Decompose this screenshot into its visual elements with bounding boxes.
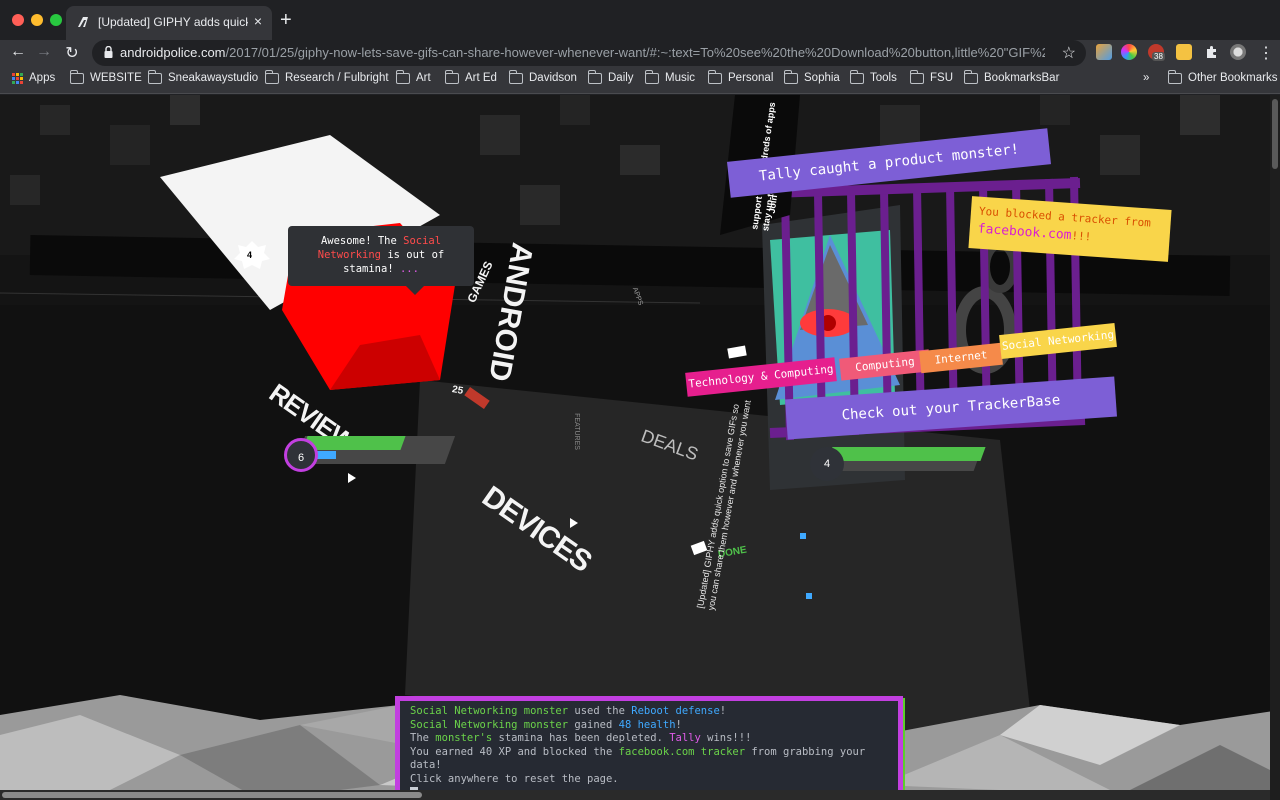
maximize-window-button[interactable] — [50, 14, 62, 26]
bookmarks-bar: Apps WEBSITE Sneakawaystudio Research / … — [0, 68, 1280, 94]
forward-button[interactable]: → — [34, 43, 54, 61]
player-stamina-bar — [316, 451, 336, 459]
vertical-scrollbar[interactable] — [1270, 95, 1280, 800]
tab-close-button[interactable]: × — [254, 13, 262, 29]
bookmark-sophia[interactable]: Sophia — [783, 69, 840, 84]
background-art — [0, 95, 1280, 800]
extension-notes-icon[interactable] — [1176, 44, 1192, 60]
extensions-puzzle-icon[interactable] — [1204, 44, 1220, 60]
vertical-scroll-thumb[interactable] — [1272, 99, 1278, 169]
folder-icon — [783, 69, 798, 84]
bookmark-other[interactable]: Other Bookmarks — [1167, 69, 1277, 84]
horizontal-scroll-thumb[interactable] — [2, 792, 422, 798]
folder-icon — [909, 69, 924, 84]
folder-icon — [849, 69, 864, 84]
folder-icon — [395, 69, 410, 84]
minimize-window-button[interactable] — [31, 14, 43, 26]
menu-kebab-icon[interactable]: ⋮ — [1256, 43, 1276, 63]
folder-icon — [587, 69, 602, 84]
reload-button[interactable]: ↻ — [62, 43, 82, 63]
monster-health-bar — [827, 447, 986, 461]
game-page[interactable]: REVIEWS DEVICES DEALS FEATURES ANDROID G… — [0, 95, 1280, 800]
toolbar: ← → ↻ androidpolice.com/2017/01/25/giphy… — [0, 40, 1280, 68]
battle-console[interactable]: Social Networking monster used the Reboo… — [395, 696, 903, 800]
androidpolice-logo-icon — [78, 17, 88, 27]
close-window-button[interactable] — [12, 14, 24, 26]
extension-icon-1[interactable] — [1096, 44, 1112, 60]
reviews-arrow-icon — [348, 473, 356, 483]
comment-count: 25 — [451, 384, 464, 397]
bookmark-art-ed[interactable]: Art Ed — [444, 69, 497, 84]
console-line: You earned 40 XP and blocked the faceboo… — [410, 745, 872, 772]
bookmark-art[interactable]: Art — [395, 69, 431, 84]
url-text: androidpolice.com/2017/01/25/giphy-now-l… — [120, 45, 1045, 60]
back-button[interactable]: ← — [8, 43, 28, 61]
apps-grid-icon — [12, 72, 23, 84]
folder-icon — [69, 69, 84, 84]
player-level-badge: 6 — [284, 438, 318, 472]
bookmark-daily[interactable]: Daily — [587, 69, 634, 84]
monster-level-badge: 4 — [810, 447, 844, 481]
folder-icon — [264, 69, 279, 84]
bookmark-research[interactable]: Research / Fulbright — [264, 69, 389, 84]
folder-icon — [1167, 69, 1182, 84]
tab-strip: [Updated] GIPHY adds quick o × + — [0, 0, 1280, 40]
new-tab-button[interactable]: + — [280, 10, 292, 30]
devices-arrow-icon — [570, 518, 578, 528]
folder-icon — [707, 69, 722, 84]
lock-icon — [104, 46, 113, 58]
folder-icon — [147, 69, 162, 84]
tab-androidpolice[interactable]: [Updated] GIPHY adds quick o × — [66, 6, 272, 40]
folder-icon — [508, 69, 523, 84]
folder-icon — [963, 69, 978, 84]
player-health-bar — [302, 436, 406, 450]
bookmark-tools[interactable]: Tools — [849, 69, 897, 84]
console-line: Social Networking monster gained 48 heal… — [410, 718, 682, 731]
bookmark-star-icon[interactable]: ☆ — [1062, 43, 1076, 63]
horizontal-scrollbar[interactable] — [0, 790, 1270, 800]
address-bar[interactable]: androidpolice.com/2017/01/25/giphy-now-l… — [92, 40, 1086, 66]
bookmark-personal[interactable]: Personal — [707, 69, 773, 84]
bookmark-bookmarksbar[interactable]: BookmarksBar — [963, 69, 1059, 84]
folder-icon — [644, 69, 659, 84]
bookmark-davidson[interactable]: Davidson — [508, 69, 577, 84]
extension-badge: 38 — [1152, 52, 1165, 61]
console-line: Social Networking monster used the Reboo… — [410, 705, 727, 717]
bookmarks-overflow-button[interactable]: » — [1143, 72, 1149, 84]
bookmark-fsu[interactable]: FSU — [909, 69, 953, 84]
extension-abp-icon[interactable]: 38 — [1148, 44, 1165, 61]
console-line: Click anywhere to reset the page. — [410, 772, 619, 785]
folder-icon — [444, 69, 459, 84]
profile-avatar[interactable] — [1230, 44, 1246, 60]
bookmark-website[interactable]: WEBSITE — [69, 69, 142, 84]
features-label: FEATURES — [572, 413, 580, 450]
bookmark-sneakawaystudio[interactable]: Sneakawaystudio — [147, 69, 258, 84]
speech-bubble: Awesome! The Social Networking is out of… — [288, 226, 474, 295]
extension-colorwheel-icon[interactable] — [1121, 44, 1137, 60]
console-line: The monster's stamina has been depleted.… — [410, 732, 752, 744]
tab-title: [Updated] GIPHY adds quick o — [98, 15, 248, 29]
bookmark-music[interactable]: Music — [644, 69, 695, 84]
star-level-number: 4 — [247, 250, 253, 260]
bookmark-apps[interactable]: Apps — [12, 72, 55, 84]
